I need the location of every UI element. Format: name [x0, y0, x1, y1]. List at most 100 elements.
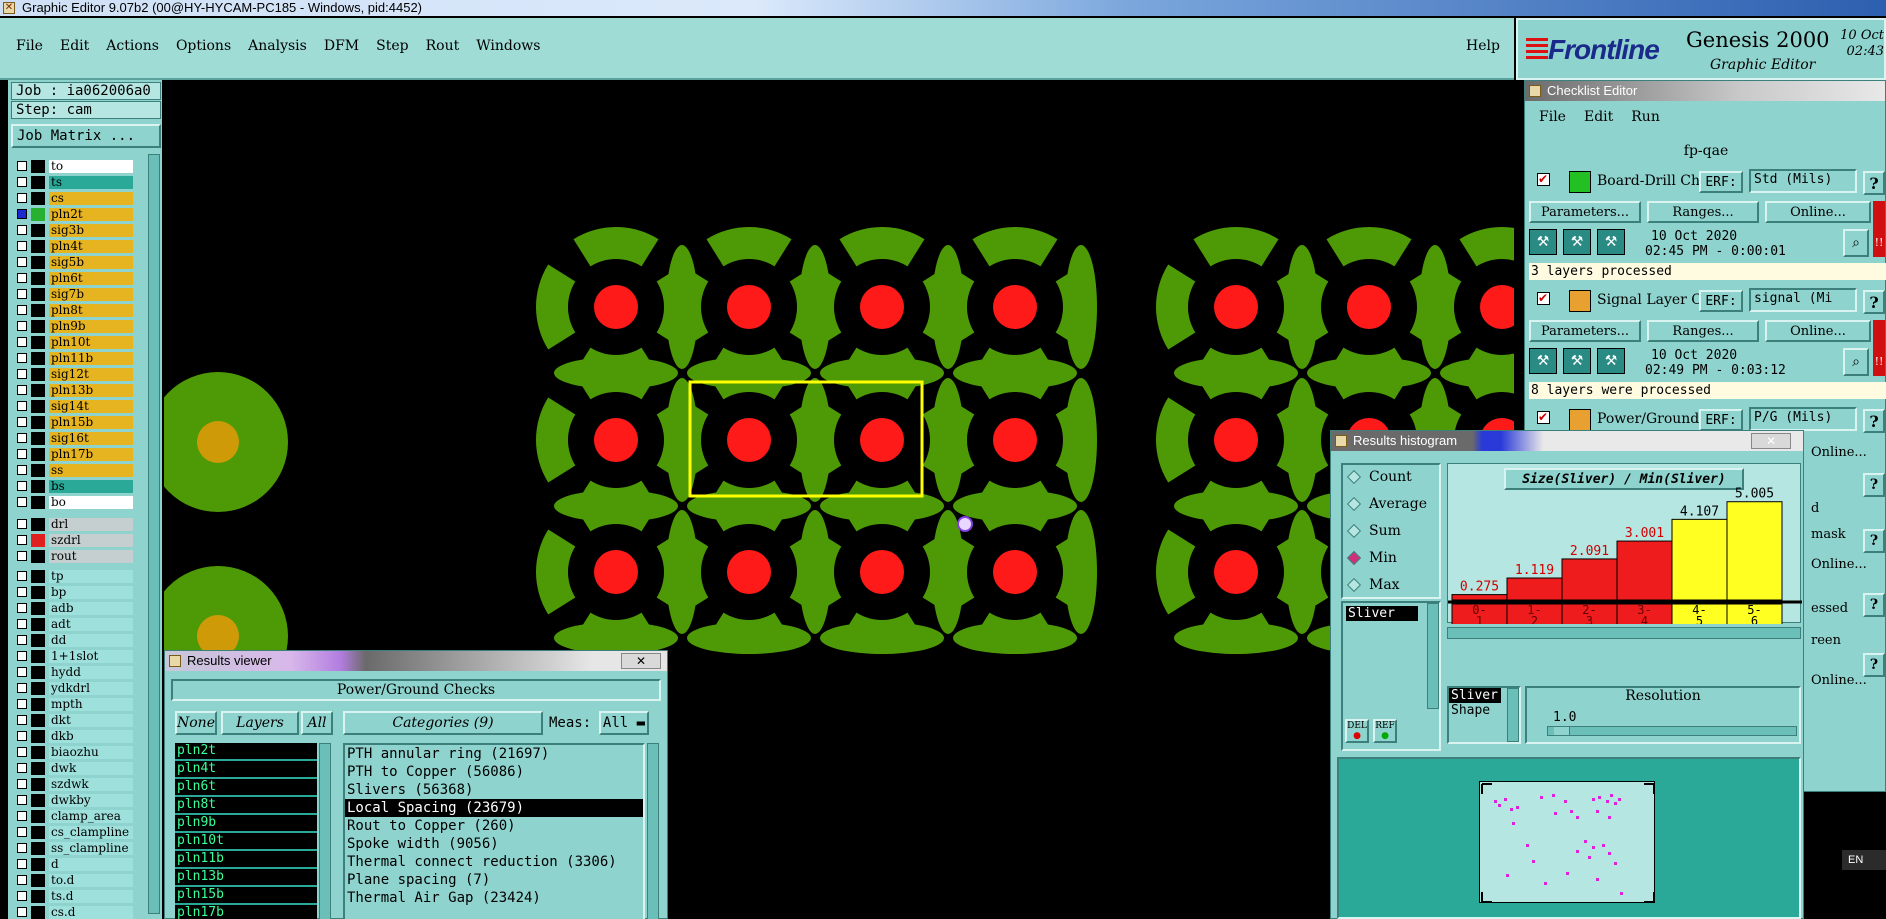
layer-row[interactable]: cs_clampline	[11, 824, 141, 840]
layer-checkbox[interactable]	[17, 731, 27, 741]
layer-row[interactable]: dd	[11, 632, 141, 648]
viewer-titlebar[interactable]: Results viewer ✕	[165, 651, 667, 671]
layer-row[interactable]: drl	[11, 516, 141, 532]
layer-checkbox[interactable]	[17, 699, 27, 709]
layer-row[interactable]: pln13b	[11, 382, 141, 398]
layer-checkbox[interactable]	[17, 795, 27, 805]
layer-name[interactable]: pln17b	[49, 447, 133, 461]
layer-name[interactable]: pln15b	[49, 415, 133, 429]
layer-row[interactable]: cs.d	[11, 904, 141, 919]
layer-name[interactable]: pln9b	[49, 319, 133, 333]
help-button[interactable]: ?	[1863, 653, 1885, 677]
layer-checkbox[interactable]	[17, 305, 27, 315]
layer-checkbox[interactable]	[17, 321, 27, 331]
slider-thumb[interactable]	[1554, 727, 1570, 735]
layer-name[interactable]: szdrl	[49, 533, 133, 547]
layer-name[interactable]: tp	[49, 569, 133, 583]
layer-checkbox[interactable]	[17, 369, 27, 379]
zoom-icon[interactable]: ⌕	[1843, 348, 1869, 376]
help-button[interactable]: ?	[1863, 409, 1885, 433]
layer-checkbox[interactable]	[17, 401, 27, 411]
layer-checkbox[interactable]	[17, 353, 27, 363]
layer-checkbox[interactable]	[17, 519, 27, 529]
layer-checkbox[interactable]	[17, 465, 27, 475]
layer-row[interactable]: pln8t	[11, 302, 141, 318]
viewer-category-item[interactable]: PTH to Copper (56086)	[345, 763, 643, 781]
layer-row[interactable]: dkb	[11, 728, 141, 744]
layer-row[interactable]: sig16t	[11, 430, 141, 446]
layer-checkbox[interactable]	[17, 551, 27, 561]
layer-row[interactable]: to.d	[11, 872, 141, 888]
online-button[interactable]: Online...	[1765, 320, 1871, 342]
layer-name[interactable]: rout	[49, 549, 133, 563]
layer-row[interactable]: ts	[11, 174, 141, 190]
run-action-icon[interactable]: ⚒	[1597, 229, 1625, 255]
layer-checkbox[interactable]	[17, 635, 27, 645]
check-enabled-checkbox[interactable]: ✔	[1537, 292, 1550, 305]
layer-name[interactable]: bo	[49, 495, 133, 509]
erf-button[interactable]: ERF:	[1699, 171, 1743, 193]
menu-options[interactable]: Options	[176, 38, 231, 54]
layer-name[interactable]: sig7b	[49, 287, 133, 301]
parameters-button[interactable]: Parameters...	[1529, 320, 1641, 342]
mode-radio-average[interactable]: Average	[1346, 494, 1427, 514]
layer-checkbox[interactable]	[17, 587, 27, 597]
layer-name[interactable]: sig16t	[49, 431, 133, 445]
viewer-layer-item[interactable]: pln2t	[175, 743, 317, 761]
layer-row[interactable]: mpth	[11, 696, 141, 712]
layer-checkbox[interactable]	[17, 891, 27, 901]
check-name[interactable]: Board-Drill Checks	[1597, 173, 1705, 189]
layer-name[interactable]: bs	[49, 479, 133, 493]
viewer-layer-item[interactable]: pln11b	[175, 851, 317, 869]
ranges-button[interactable]: Ranges...	[1647, 320, 1759, 342]
erf-value[interactable]: signal (Mi	[1749, 288, 1857, 312]
viewer-category-item[interactable]: Slivers (56368)	[345, 781, 643, 799]
layer-checkbox[interactable]	[17, 209, 27, 219]
layer-name[interactable]: ss_clampline	[49, 841, 133, 855]
overview-map[interactable]	[1479, 781, 1655, 903]
layer-row[interactable]: rout	[11, 548, 141, 564]
layer-row[interactable]: pln6t	[11, 270, 141, 286]
layer-name[interactable]: dkb	[49, 729, 133, 743]
layer-row[interactable]: ss	[11, 462, 141, 478]
layer-row[interactable]: bp	[11, 584, 141, 600]
layer-row[interactable]: dkt	[11, 712, 141, 728]
ref-button[interactable]: REF ●	[1373, 719, 1397, 743]
layer-checkbox[interactable]	[17, 417, 27, 427]
menu-windows[interactable]: Windows	[476, 38, 540, 54]
layer-checkbox[interactable]	[17, 241, 27, 251]
layer-name[interactable]: cs_clampline	[49, 825, 133, 839]
radio-diamond-icon[interactable]	[1346, 469, 1362, 485]
layer-name[interactable]: ts	[49, 175, 133, 189]
help-button[interactable]: ?	[1863, 171, 1885, 195]
viewer-category-list[interactable]: PTH annular ring (21697) PTH to Copper (5…	[343, 743, 645, 919]
viewer-layer-item[interactable]: pln4t	[175, 761, 317, 779]
histogram-titlebar[interactable]: Results histogram ✕	[1331, 431, 1803, 451]
viewer-layer-item[interactable]: pln10t	[175, 833, 317, 851]
viewer-layer-list[interactable]: pln2t pln4t pln6t pln8t pln9b pln10t pln11b pln…	[175, 743, 317, 919]
layer-name[interactable]: ts.d	[49, 889, 133, 903]
layer-row[interactable]: pln4t	[11, 238, 141, 254]
check-enabled-checkbox[interactable]: ✔	[1537, 173, 1550, 186]
layer-name[interactable]: mpth	[49, 697, 133, 711]
layer-name[interactable]: sig12t	[49, 367, 133, 381]
ranges-button[interactable]: Ranges...	[1647, 201, 1759, 223]
layer-name[interactable]: ydkdrl	[49, 681, 133, 695]
layer-checkbox[interactable]	[17, 907, 27, 917]
viewer-category-item[interactable]: Spoke width (9056)	[345, 835, 643, 853]
mode-radio-min[interactable]: Min	[1346, 548, 1397, 568]
layer-name[interactable]: cs	[49, 191, 133, 205]
layer-checkbox[interactable]	[17, 859, 27, 869]
layer-checkbox[interactable]	[17, 715, 27, 725]
run-action-icon[interactable]: ⚒	[1563, 348, 1591, 374]
layer-row[interactable]: to	[11, 158, 141, 174]
select-all-button[interactable]: All	[301, 711, 333, 735]
radio-diamond-icon[interactable]	[1346, 550, 1362, 566]
layer-row[interactable]: pln2t	[11, 206, 141, 222]
layer-name[interactable]: to	[49, 159, 133, 173]
layer-name[interactable]: dwk	[49, 761, 133, 775]
viewer-category-item[interactable]: Rout to Copper (260)	[345, 817, 643, 835]
layer-checkbox[interactable]	[17, 667, 27, 677]
resolution-slider[interactable]	[1547, 726, 1797, 736]
erf-value[interactable]: Std (Mils)	[1749, 169, 1857, 193]
